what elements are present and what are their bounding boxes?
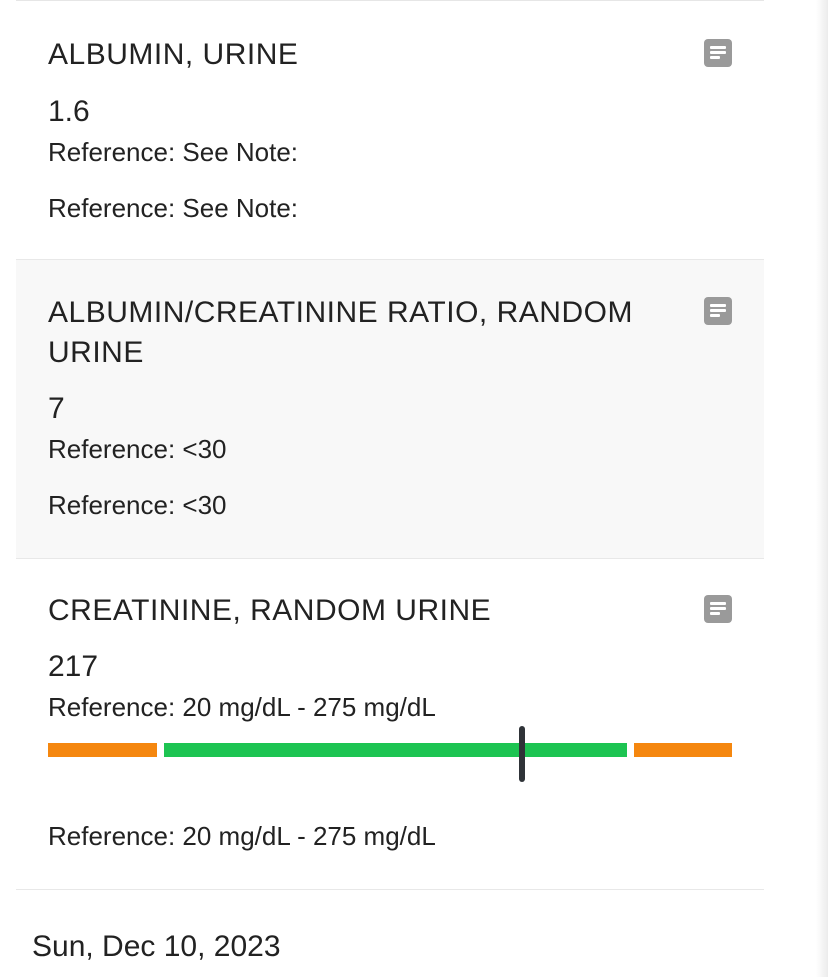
range-segment-low <box>48 743 157 757</box>
reference-text: Reference: <30 <box>48 490 227 520</box>
reference-text: Reference: 20 mg/dL - 275 mg/dL <box>48 692 436 722</box>
result-title: CREATININE, RANDOM URINE <box>48 594 492 627</box>
reference-text: Reference: 20 mg/dL - 275 mg/dL <box>48 821 436 851</box>
reference-text: Reference: <30 <box>48 434 227 464</box>
reference-text: Reference: See Note: <box>48 193 299 223</box>
result-card-albumin-creatinine-ratio[interactable]: ALBUMIN/CREATININE RATIO, RANDOM URINE 7… <box>16 260 764 559</box>
note-icon[interactable] <box>704 39 732 67</box>
reference-text: Reference: See Note: <box>48 137 299 167</box>
note-icon[interactable] <box>704 297 732 325</box>
result-card-creatinine-random-urine[interactable]: CREATININE, RANDOM URINE 217 Reference: … <box>16 559 764 890</box>
result-value: 217 <box>48 650 99 683</box>
result-title: ALBUMIN/CREATININE RATIO, RANDOM URINE <box>48 296 633 369</box>
reference-range-bar <box>48 726 732 782</box>
result-value: 1.6 <box>48 95 90 128</box>
result-marker <box>518 726 525 782</box>
range-segment-normal <box>164 743 627 757</box>
lab-results-page: ALBUMIN, URINE 1.6 Reference: See Note: … <box>0 0 828 977</box>
results-list: ALBUMIN, URINE 1.6 Reference: See Note: … <box>16 0 764 890</box>
result-card-albumin-urine[interactable]: ALBUMIN, URINE 1.6 Reference: See Note: … <box>16 1 764 260</box>
scrollbar-track[interactable] <box>816 0 828 977</box>
result-value: 7 <box>48 392 65 425</box>
range-segment-high <box>634 743 732 757</box>
note-icon[interactable] <box>704 595 732 623</box>
result-title: ALBUMIN, URINE <box>48 38 299 71</box>
date-header: Sun, Dec 10, 2023 <box>32 930 281 963</box>
